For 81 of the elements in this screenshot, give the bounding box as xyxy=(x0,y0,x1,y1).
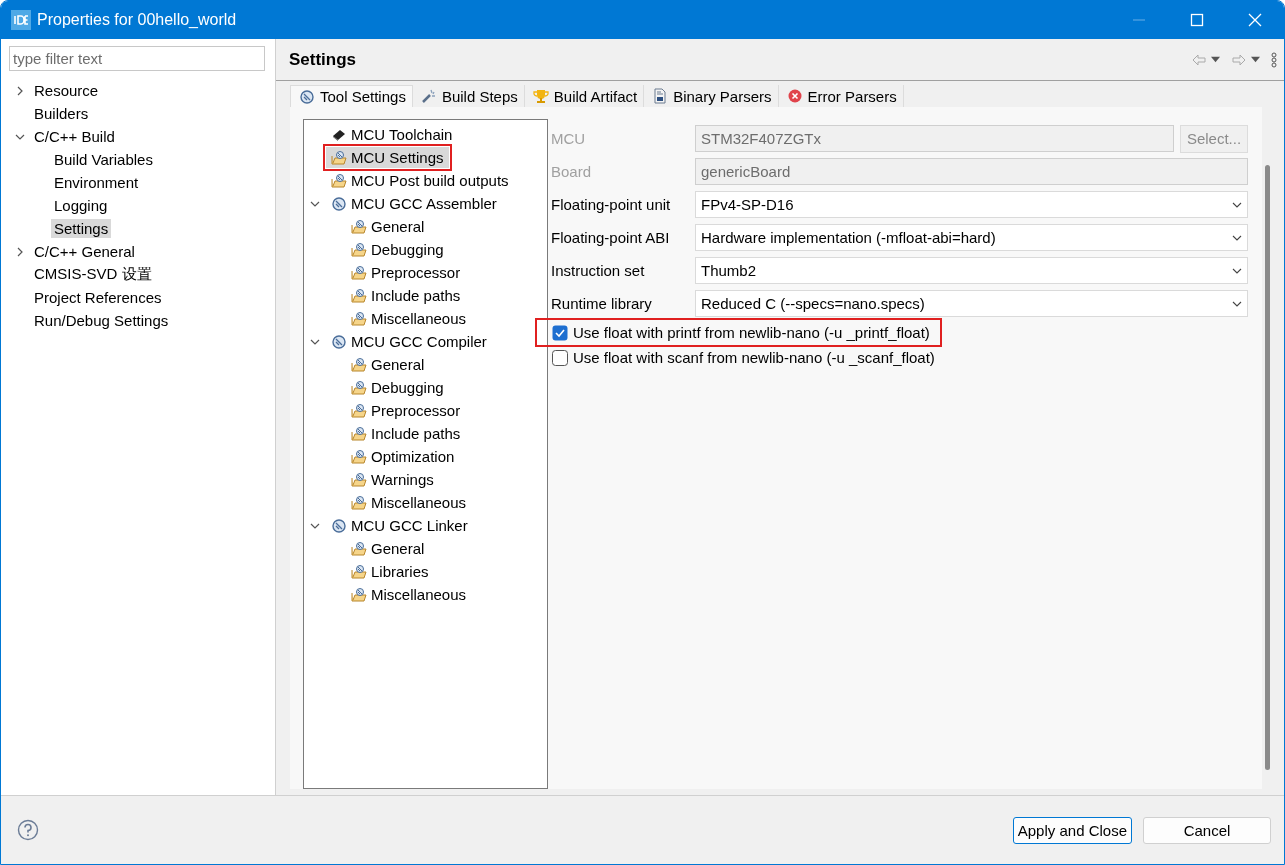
tree-item[interactable]: Warnings xyxy=(346,469,439,490)
wand-icon xyxy=(420,88,437,104)
checkbox[interactable] xyxy=(552,324,568,341)
tree-item[interactable]: MCU Settings xyxy=(326,147,449,168)
folder-gear-icon xyxy=(351,471,367,488)
app-logo-icon xyxy=(11,10,31,30)
tree-item[interactable]: Miscellaneous xyxy=(346,308,472,329)
menu-icon[interactable] xyxy=(1270,51,1278,68)
tree-item[interactable]: C/C++ General xyxy=(31,242,138,261)
tree-item[interactable]: General xyxy=(346,538,430,559)
folder-gear-icon xyxy=(331,172,347,189)
folder-gear-icon xyxy=(351,264,367,281)
tree-item[interactable]: Debugging xyxy=(346,377,449,398)
tree-item[interactable]: Preprocessor xyxy=(346,262,466,283)
tree-item[interactable]: Build Variables xyxy=(51,150,156,169)
maximize-icon[interactable] xyxy=(1190,13,1204,27)
tree-item[interactable]: Include paths xyxy=(346,285,466,306)
dropdown-caret-icon[interactable] xyxy=(1211,55,1220,64)
close-icon[interactable] xyxy=(1248,13,1262,27)
tree-item[interactable]: Logging xyxy=(51,196,111,215)
folder-gear-icon xyxy=(351,586,367,603)
tree-item[interactable]: Optimization xyxy=(346,446,460,467)
folder-gear-icon xyxy=(351,563,367,580)
tree-item[interactable]: CMSIS-SVD 设置 xyxy=(31,264,155,285)
tree-item[interactable]: Environment xyxy=(51,173,142,192)
dropdown[interactable]: Hardware implementation (-mfloat-abi=hard) xyxy=(695,224,1248,251)
folder-gear-icon xyxy=(351,402,367,419)
folder-gear-icon xyxy=(351,218,367,235)
folder-gear-icon xyxy=(351,425,367,442)
folder-gear-icon xyxy=(351,448,367,465)
folder-gear-icon xyxy=(351,241,367,258)
tree-item[interactable]: Libraries xyxy=(346,561,434,582)
tree-item[interactable]: General xyxy=(346,216,430,237)
dialog-button[interactable]: Apply and Close xyxy=(1012,816,1132,844)
binary-file-icon xyxy=(652,88,669,104)
tree-item[interactable]: Preprocessor xyxy=(346,400,466,421)
dropdown[interactable]: Thumb2 xyxy=(695,257,1248,284)
dropdown[interactable]: FPv4-SP-D16 xyxy=(695,191,1248,218)
tree-item[interactable]: MCU GCC Compiler xyxy=(326,331,492,352)
tree-item[interactable]: Resource xyxy=(31,81,102,100)
field-label: Board xyxy=(551,163,593,180)
tree-item[interactable]: Run/Debug Settings xyxy=(31,311,172,330)
folder-gear-icon xyxy=(351,310,367,327)
field-label: Instruction set xyxy=(551,262,646,279)
tree-item[interactable]: MCU GCC Linker xyxy=(326,515,473,536)
folder-gear-icon xyxy=(351,287,367,304)
folder-gear-icon xyxy=(351,540,367,557)
tree-item[interactable]: MCU GCC Assembler xyxy=(326,193,502,214)
tree-item[interactable]: Project References xyxy=(31,288,165,307)
dialog-button[interactable]: Cancel xyxy=(1143,816,1271,844)
checkbox[interactable] xyxy=(552,349,568,366)
trophy-icon xyxy=(532,88,549,104)
dropdown[interactable]: Reduced C (--specs=nano.specs) xyxy=(695,290,1248,317)
tree-item[interactable]: C/C++ Build xyxy=(31,127,118,146)
tree-item[interactable]: Debugging xyxy=(346,239,449,260)
help-icon[interactable] xyxy=(17,819,39,841)
filter-field[interactable]: type filter text xyxy=(9,46,265,71)
checkbox-label: Use float with printf from newlib-nano (-u _printf_float) xyxy=(573,324,930,341)
scrollbar-thumb[interactable] xyxy=(1265,165,1270,770)
tree-item[interactable]: Miscellaneous xyxy=(346,584,472,605)
window-title: Properties for 00hello_world xyxy=(37,11,238,29)
checkbox-label: Use float with scanf from newlib-nano (-u _scanf_float) xyxy=(573,349,935,366)
tree-item[interactable]: Include paths xyxy=(346,423,466,444)
tree-item[interactable]: Miscellaneous xyxy=(346,492,472,513)
tree-item[interactable]: Settings xyxy=(51,219,112,238)
field-label: MCU xyxy=(551,130,587,147)
tree-item[interactable]: MCU Post build outputs xyxy=(326,170,514,191)
tree-item[interactable]: Builders xyxy=(31,104,92,123)
field-label: Floating-point ABI xyxy=(551,229,671,246)
field-label: Runtime library xyxy=(551,295,653,312)
tab[interactable]: Tool Settings xyxy=(290,85,413,107)
dropdown-caret-icon[interactable] xyxy=(1251,55,1260,64)
page-title: Settings xyxy=(289,49,358,70)
error-icon xyxy=(786,88,803,104)
tree-item[interactable]: MCU Toolchain xyxy=(326,124,458,145)
folder-gear-icon xyxy=(351,494,367,511)
tree-item[interactable]: General xyxy=(346,354,430,375)
folder-gear-icon xyxy=(351,379,367,396)
field-label: Floating-point unit xyxy=(551,196,672,213)
folder-gear-icon xyxy=(331,149,347,166)
folder-gear-icon xyxy=(351,356,367,373)
